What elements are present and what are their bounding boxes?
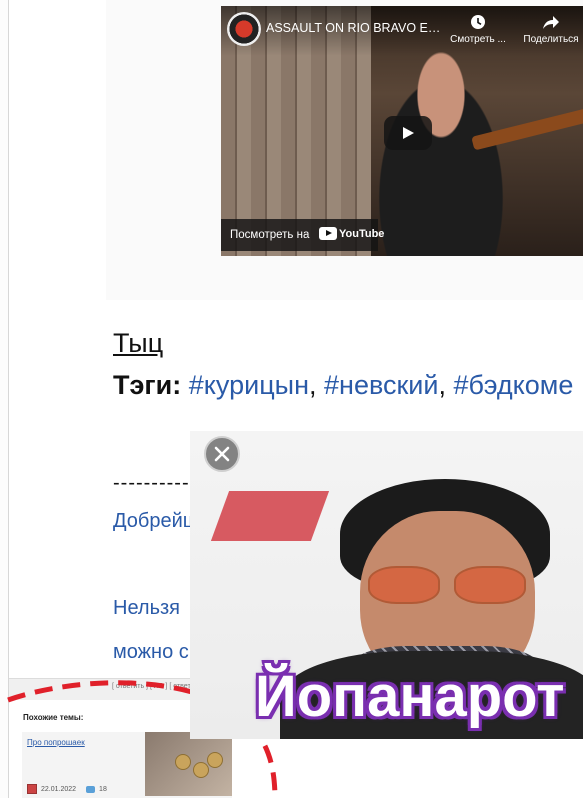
left-rail — [0, 0, 9, 798]
calendar-icon — [27, 784, 37, 794]
tag-link[interactable]: #курицын — [189, 370, 309, 400]
glasses-lens — [368, 566, 440, 604]
popup-ad[interactable]: Йопанарот — [190, 431, 583, 739]
tags-label: Тэги: — [113, 370, 182, 400]
post-link-tyts[interactable]: Тыц — [113, 328, 163, 359]
related-date: 22.01.2022 — [41, 785, 77, 793]
related-topic-link[interactable]: Про попрошаек — [27, 738, 85, 747]
share-icon — [543, 16, 559, 29]
tag-link[interactable]: #бэдкоме — [454, 370, 574, 400]
play-icon — [403, 127, 414, 139]
watch-on-label: Посмотреть на — [230, 229, 310, 241]
coin-image — [207, 752, 223, 768]
share-button[interactable]: Поделиться — [521, 14, 581, 45]
share-label: Поделиться — [523, 34, 579, 45]
separator-dashes: ----------- — [113, 472, 198, 494]
background-shape — [210, 491, 330, 541]
video-title[interactable]: ASSAULT ON RIO BRAVO Exc... — [266, 21, 446, 35]
youtube-logo: YouTube — [319, 227, 384, 240]
watch-later-label: Смотреть ... — [450, 34, 506, 45]
comments-icon — [86, 785, 96, 793]
popup-caption: Йопанарот — [255, 664, 565, 729]
popup-person-glasses — [368, 566, 528, 604]
channel-avatar[interactable] — [227, 12, 261, 46]
youtube-play-icon — [319, 227, 337, 240]
close-popup-button[interactable] — [204, 436, 240, 472]
tag-link[interactable]: #невский — [324, 370, 438, 400]
tag-separator: , — [308, 370, 317, 400]
coin-image — [175, 754, 191, 770]
glasses-lens — [454, 566, 526, 604]
post-text-line: Нельзя — [113, 597, 180, 619]
related-comments-count: 18 — [99, 785, 107, 793]
related-thumbnail[interactable] — [145, 732, 232, 796]
related-heading: Похожие темы: — [23, 713, 84, 722]
clock-icon — [471, 15, 485, 29]
post-text-line: можно с — [113, 641, 189, 663]
tags-line: Тэги: #курицын, #невский, #бэдкоме — [113, 370, 573, 401]
related-card[interactable]: Про попрошаек 22.01.2022 18 — [22, 732, 232, 798]
coin-image — [193, 762, 209, 778]
play-button[interactable] — [384, 116, 432, 150]
youtube-embed[interactable]: ASSAULT ON RIO BRAVO Exc... Смотреть ...… — [221, 6, 583, 256]
post-greeting: Добрейш — [113, 510, 199, 532]
watch-later-button[interactable]: Смотреть ... — [448, 14, 508, 45]
close-icon — [214, 446, 230, 462]
related-meta: 22.01.2022 18 — [27, 784, 107, 794]
post-actions-strip: [ ответить ] [ ЛС ] [ ответить ] — [9, 678, 205, 701]
youtube-wordmark: YouTube — [339, 227, 385, 240]
tag-separator: , — [438, 370, 446, 400]
watch-on-youtube-button[interactable]: Посмотреть на YouTube — [221, 219, 384, 251]
